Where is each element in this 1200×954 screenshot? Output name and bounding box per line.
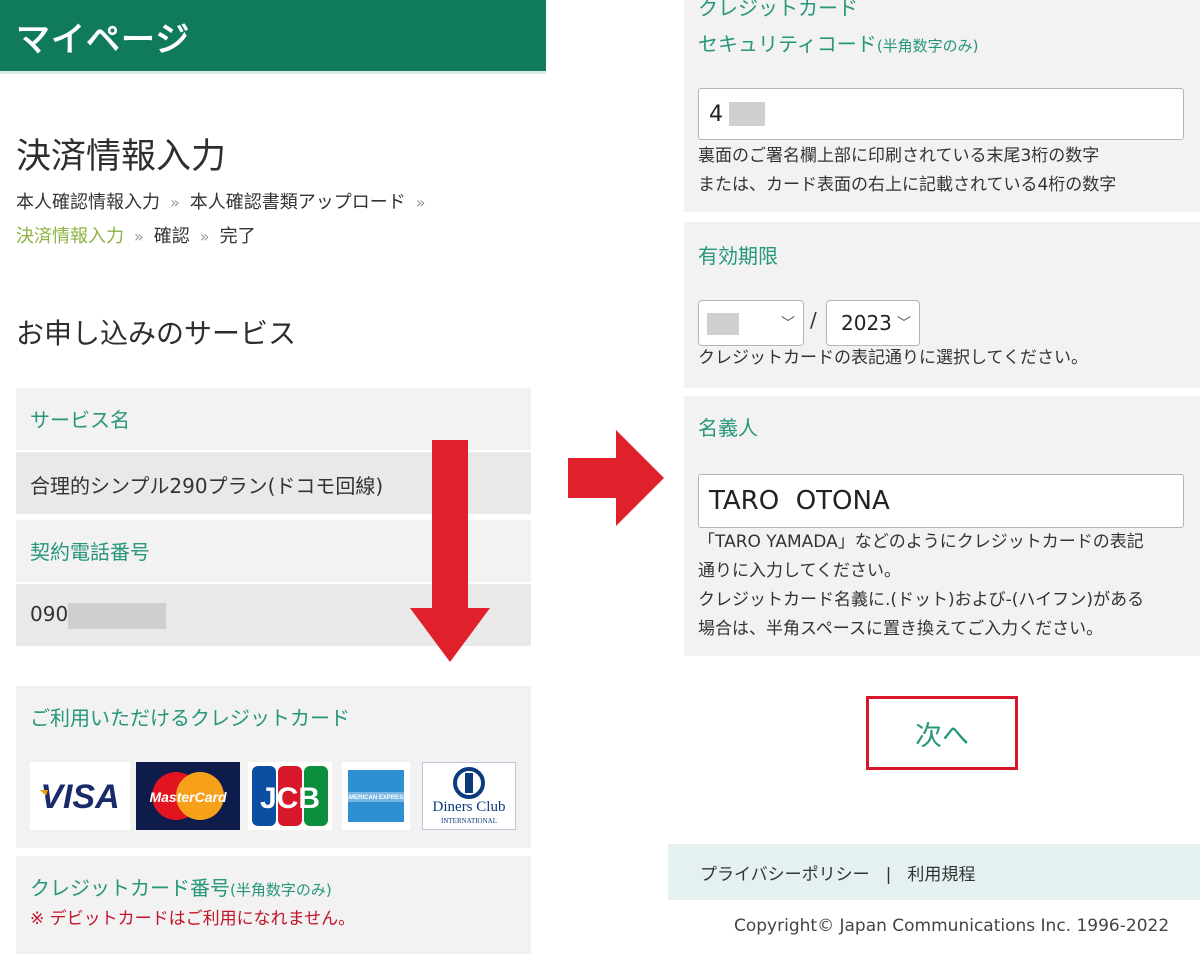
amex-text: AMERICAN EXPRESS bbox=[345, 795, 407, 801]
breadcrumb-item[interactable]: 本人確認書類アップロード bbox=[190, 192, 406, 213]
service-name-label: サービス名 bbox=[30, 408, 130, 432]
footer-links: プライバシーポリシー | 利用規程 bbox=[700, 860, 975, 885]
phone-prefix: 090 bbox=[30, 602, 69, 626]
breadcrumb: 本人確認情報入力 » 本人確認書類アップロード » 決済情報入力 » 確認 » 完了 bbox=[16, 186, 516, 254]
card-number-label: クレジットカード番号(半角数字のみ) bbox=[30, 876, 332, 900]
phone-label: 契約電話番号 bbox=[30, 540, 150, 564]
holder-help: 「TARO YAMADA」などのようにクレジットカードの表記 通りに入力してくだ… bbox=[698, 532, 1145, 639]
amex-logo: AMERICAN EXPRESS bbox=[342, 762, 410, 830]
cards-label: ご利用いただけるクレジットカード bbox=[30, 706, 350, 730]
card-number-box: クレジットカード番号(半角数字のみ) ※ デビットカードはご利用になれません。 bbox=[16, 856, 531, 954]
expiry-year-select[interactable]: 2023 ﹀ bbox=[826, 300, 920, 346]
footer-separator: | bbox=[885, 865, 892, 885]
security-code-help: 裏面のご署名欄上部に印刷されている末尾3桁の数字 または、カード表面の右上に記載… bbox=[698, 146, 1117, 195]
card-brands-row: VISA MasterCard JCB AMERICAN EXPRESS Din… bbox=[16, 748, 531, 848]
jcb-text: JCB bbox=[260, 782, 320, 815]
security-code-input[interactable]: 4 bbox=[698, 88, 1184, 140]
breadcrumb-item[interactable]: 本人確認情報入力 bbox=[16, 192, 160, 213]
expiry-slash: / bbox=[810, 308, 817, 332]
debit-warning: ※ デビットカードはご利用になれません。 bbox=[30, 909, 356, 929]
breadcrumb-separator: » bbox=[134, 227, 144, 246]
security-code-box: クレジットカード セキュリティコード(半角数字のみ) 4 裏面のご署名欄上部に印… bbox=[684, 0, 1200, 212]
expiry-box: 有効期限 ﹀ / 2023 ﹀ クレジットカードの表記通りに選択してください。 bbox=[684, 222, 1200, 388]
security-code-label-line2: セキュリティコード(半角数字のみ) bbox=[698, 32, 979, 56]
mastercard-logo: MasterCard bbox=[136, 762, 240, 830]
holder-label: 名義人 bbox=[698, 416, 758, 440]
privacy-policy-link[interactable]: プライバシーポリシー bbox=[700, 865, 870, 885]
redacted-mask bbox=[68, 602, 167, 629]
next-button[interactable]: 次へ bbox=[866, 696, 1018, 770]
expiry-month-select[interactable]: ﹀ bbox=[698, 300, 804, 346]
service-name-value: 合理的シンプル290プラン(ドコモ回線) bbox=[30, 474, 384, 498]
mastercard-text: MasterCard bbox=[149, 789, 226, 805]
expiry-help: クレジットカードの表記通りに選択してください。 bbox=[698, 348, 1088, 368]
footer-links-bar: プライバシーポリシー | 利用規程 bbox=[668, 844, 1200, 900]
left-panel: マイページ 決済情報入力 本人確認情報入力 » 本人確認書類アップロード » 決済情報… bbox=[0, 0, 548, 954]
page-title: 決済情報入力 bbox=[16, 137, 227, 177]
terms-link[interactable]: 利用規程 bbox=[907, 865, 975, 885]
breadcrumb-separator: » bbox=[199, 227, 210, 246]
redacted-mask bbox=[729, 102, 765, 126]
chevron-down-icon: ﹀ bbox=[897, 316, 911, 332]
breadcrumb-separator: » bbox=[170, 193, 180, 212]
expiry-label: 有効期限 bbox=[698, 244, 778, 268]
diners-text: Diners Club bbox=[433, 799, 506, 815]
chevron-down-icon: ﹀ bbox=[781, 316, 795, 332]
header-title: マイページ bbox=[16, 20, 191, 60]
breadcrumb-separator: » bbox=[415, 193, 426, 212]
holder-input[interactable]: TARO OTONA bbox=[698, 474, 1184, 528]
diners-intl-text: INTERNATIONAL bbox=[441, 817, 497, 825]
phone-value: 090 bbox=[30, 602, 167, 629]
copyright: Copyright© Japan Communications Inc. 199… bbox=[734, 916, 1170, 936]
right-panel: クレジットカード セキュリティコード(半角数字のみ) 4 裏面のご署名欄上部に印… bbox=[668, 0, 1200, 954]
redacted-mask bbox=[707, 313, 739, 335]
security-code-label-line1: クレジットカード bbox=[698, 0, 858, 20]
arrow-down-icon bbox=[410, 440, 490, 662]
arrow-right-icon bbox=[568, 430, 664, 526]
cards-label-box: ご利用いただけるクレジットカード bbox=[16, 686, 531, 748]
breadcrumb-item: 完了 bbox=[219, 226, 256, 247]
jcb-logo: JCB bbox=[248, 762, 332, 830]
breadcrumb-item: 確認 bbox=[153, 226, 190, 247]
holder-box: 名義人 TARO OTONA 「TARO YAMADA」などのようにクレジットカ… bbox=[684, 396, 1200, 656]
visa-text: VISA bbox=[40, 778, 119, 816]
diners-club-logo: Diners Club INTERNATIONAL bbox=[422, 762, 516, 830]
section-title: お申し込みのサービス bbox=[16, 317, 297, 350]
breadcrumb-item-current: 決済情報入力 bbox=[16, 226, 124, 247]
security-code-label-note: (半角数字のみ) bbox=[876, 37, 979, 55]
visa-logo: VISA bbox=[30, 762, 130, 830]
page-header: マイページ bbox=[0, 0, 546, 74]
card-number-label-note: (半角数字のみ) bbox=[230, 881, 332, 899]
